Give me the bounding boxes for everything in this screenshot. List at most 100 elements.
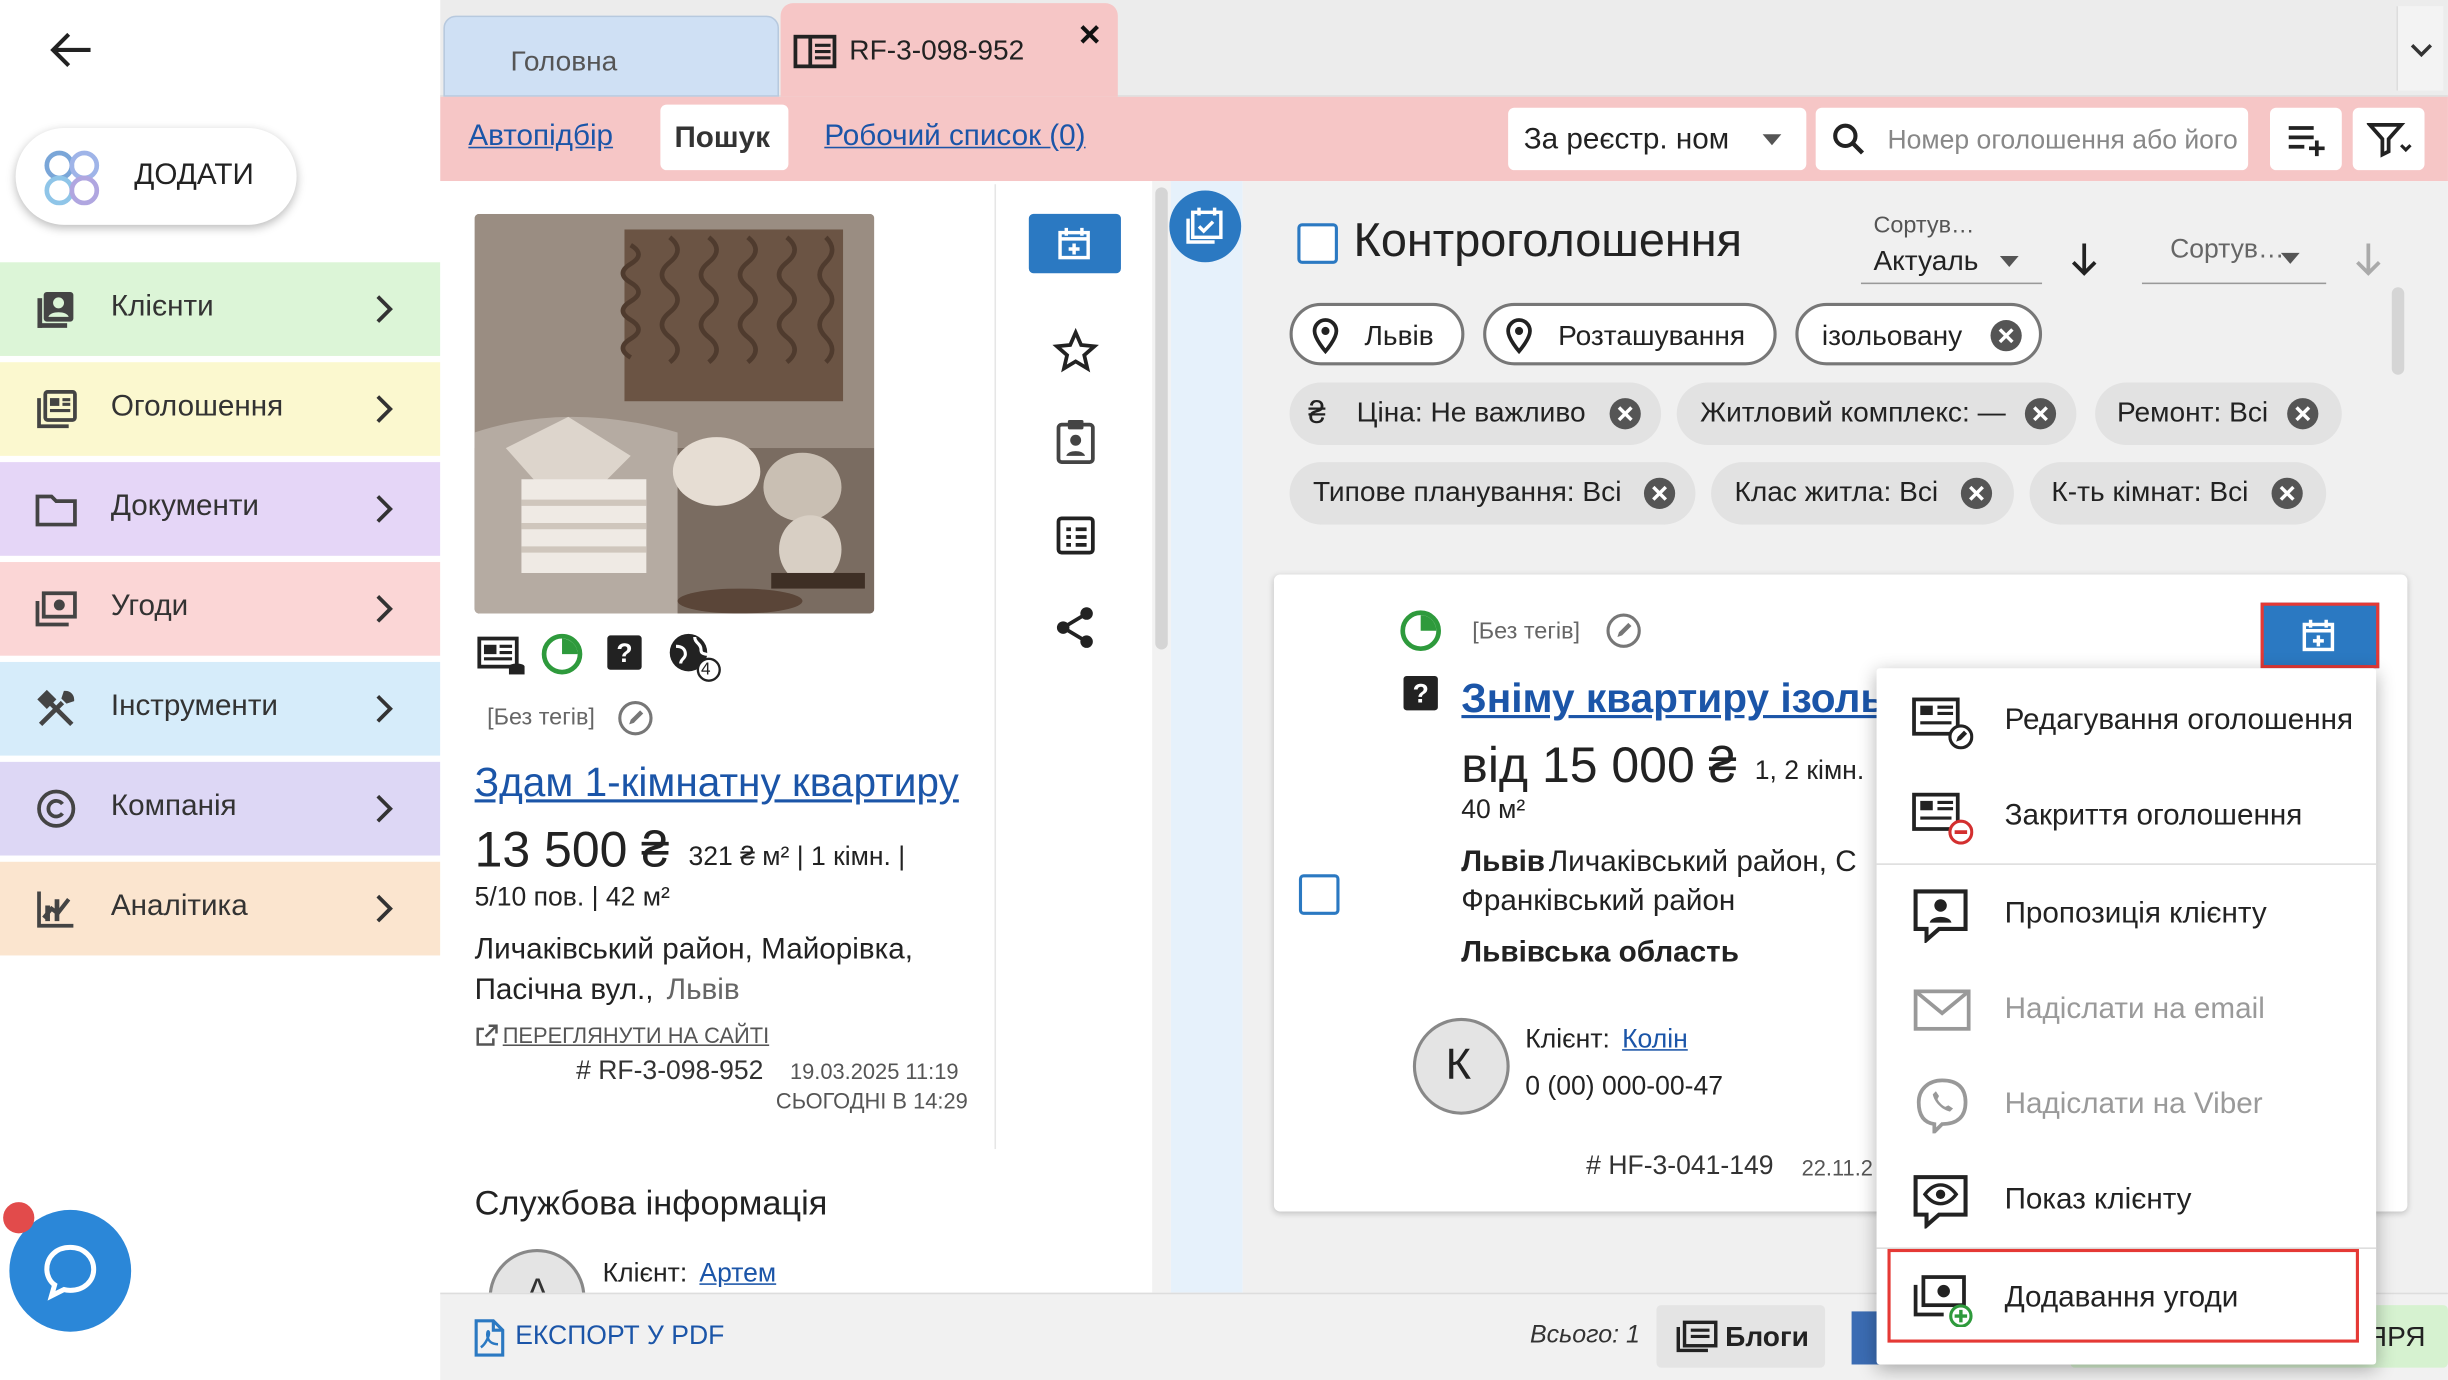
- chip-complex[interactable]: Житловий комплекс: —: [1676, 382, 2077, 445]
- sidebar-item-company[interactable]: Компанія: [0, 761, 441, 856]
- globe-icon[interactable]: [667, 631, 723, 684]
- add-list-icon: [2288, 126, 2325, 157]
- worklist-link[interactable]: Робочий список (0): [824, 120, 1085, 154]
- search-input[interactable]: Номер оголошення або його: [1815, 107, 2249, 171]
- sidebar-item-tools[interactable]: Інструменти: [0, 661, 441, 756]
- remove-chip-icon[interactable]: [1608, 397, 1642, 431]
- remove-chip-icon[interactable]: [1959, 476, 1993, 510]
- tab-search-label: Пошук: [674, 121, 770, 155]
- remove-chip-icon[interactable]: [1989, 318, 2023, 352]
- listing-title[interactable]: Здам 1-кімнатну квартиру: [475, 759, 959, 807]
- tab-listing[interactable]: RF-3-098-952: [780, 3, 1118, 97]
- favorite-star-icon[interactable]: [1052, 327, 1099, 375]
- svg-text:?: ?: [1413, 679, 1429, 709]
- chevron-down-icon: [2410, 44, 2433, 58]
- clipboard-user-icon[interactable]: [1054, 418, 1098, 465]
- chip-isolated[interactable]: ізольовану: [1795, 302, 2043, 366]
- timeline-strip: [1170, 181, 1243, 1293]
- menu-send-viber[interactable]: Надіслати на Viber: [1877, 1055, 2377, 1150]
- card-city: Львів: [1461, 846, 1546, 879]
- remove-chip-icon[interactable]: [1642, 476, 1676, 510]
- card-add-event-button[interactable]: [2260, 602, 2380, 669]
- chip-rooms[interactable]: К-ть кімнат: Всі: [2029, 462, 2327, 525]
- tabs-dropdown[interactable]: [2396, 6, 2444, 91]
- search-type-value: За реєстр. ном: [1523, 123, 1730, 157]
- sidebar-item-label: Документи: [110, 490, 260, 524]
- edit-tags-icon[interactable]: [617, 699, 654, 736]
- sort-direction-icon[interactable]: [2069, 240, 2100, 277]
- listing-scroll-thumb[interactable]: [1155, 187, 1168, 650]
- chips-scroll-thumb[interactable]: [2391, 287, 2405, 375]
- client-link[interactable]: Артем: [699, 1258, 776, 1289]
- card-id: # HF-3-041-149: [1586, 1150, 1774, 1181]
- card-client-link[interactable]: Колін: [1622, 1024, 1688, 1055]
- back-arrow-icon[interactable]: [47, 28, 94, 72]
- menu-item-label: Додавання угоди: [2004, 1281, 2239, 1315]
- menu-close-listing[interactable]: Закриття оголошення: [1877, 767, 2377, 862]
- pdf-icon: [474, 1319, 505, 1357]
- tab-home[interactable]: Головна: [443, 15, 780, 97]
- copyright-icon: [37, 789, 76, 828]
- menu-edit-listing[interactable]: Редагування оголошення: [1877, 671, 2377, 766]
- sort-field-label: Сортув…: [1873, 212, 1975, 239]
- table-icon[interactable]: [1055, 515, 1096, 556]
- chevron-right-icon: [376, 395, 393, 423]
- sidebar-item-analytics[interactable]: Аналітика: [0, 861, 441, 956]
- select-all-checkbox[interactable]: [1297, 223, 1338, 264]
- sidebar-item-documents[interactable]: Документи: [0, 462, 441, 556]
- calendar-check-icon: [1186, 207, 1223, 244]
- filter-button[interactable]: [2352, 107, 2425, 171]
- search-type-select[interactable]: За реєстр. ном: [1508, 107, 1807, 171]
- sidebar-item-clients[interactable]: Клієнти: [0, 262, 441, 356]
- menu-add-deal[interactable]: Додавання угоди: [1877, 1248, 2377, 1343]
- edit-tags-icon[interactable]: [1605, 612, 1642, 649]
- blogs-label: Блоги: [1725, 1320, 1809, 1352]
- sidebar-item-listings[interactable]: Оголошення: [0, 362, 441, 456]
- autoselect-link[interactable]: Автопідбір: [468, 120, 613, 154]
- chip-location[interactable]: Розташування: [1483, 302, 1777, 366]
- sort-field-2-label: Сортув…: [2170, 234, 2285, 264]
- menu-send-email[interactable]: Надіслати на email: [1877, 960, 2377, 1055]
- listing-photo[interactable]: [474, 213, 875, 614]
- menu-offer-client[interactable]: Пропозиція клієнту: [1877, 865, 2377, 960]
- card-checkbox[interactable]: [1298, 874, 1340, 915]
- remove-chip-icon[interactable]: [2023, 397, 2057, 431]
- chip-renovation[interactable]: Ремонт: Всі: [2095, 382, 2342, 445]
- menu-show-client[interactable]: Показ клієнту: [1877, 1151, 2377, 1246]
- listing-details-line2: 5/10 пов. | 42 м²: [474, 882, 670, 912]
- sidebar-item-label: Угоди: [110, 590, 189, 623]
- chip-class[interactable]: Клас житла: Всі: [1711, 462, 2014, 525]
- chevron-right-icon: [376, 295, 393, 323]
- chip-price[interactable]: ₴ Ціна: Не важливо: [1289, 382, 1662, 445]
- share-icon[interactable]: [1054, 606, 1098, 650]
- blogs-button[interactable]: Блоги: [1656, 1305, 1826, 1368]
- chip-city[interactable]: Львів: [1289, 302, 1465, 366]
- calendar-check-button[interactable]: [1169, 190, 1242, 263]
- view-on-site-link[interactable]: ПЕРЕГЛЯНУТИ НА САЙТІ: [503, 1023, 769, 1048]
- remove-chip-icon[interactable]: [2270, 476, 2304, 510]
- sort-direction-2-icon[interactable]: [2353, 240, 2384, 277]
- sort-field-select[interactable]: Сортув… Актуаль: [1860, 206, 2043, 285]
- sidebar-item-label: Клієнти: [110, 290, 214, 324]
- card-actions-menu: Редагування оголошення Закриття оголошен…: [1876, 668, 2377, 1365]
- email-icon: [1913, 989, 1971, 1031]
- add-button[interactable]: ДОДАТИ: [15, 128, 297, 225]
- card-title[interactable]: Зніму квартиру ізольо: [1461, 674, 1879, 722]
- chip-layout[interactable]: Типове планування: Всі: [1289, 462, 1696, 525]
- listing-details-line1: 321 ₴ м² | 1 кімн. |: [688, 841, 906, 872]
- sidebar-item-label: Оголошення: [110, 390, 284, 424]
- calendar-plus-icon: [2302, 619, 2335, 652]
- listing-date-updated: СЬОГОДНІ В 14:29: [775, 1088, 968, 1114]
- sidebar: ДОДАТИ Клієнти Оголошення Документи Угод…: [0, 0, 441, 1380]
- location-pin-icon: [1312, 318, 1339, 355]
- add-filter-button[interactable]: [2269, 107, 2342, 171]
- sort-field-2-select[interactable]: Сортув…: [2141, 215, 2327, 285]
- add-event-button[interactable]: [1028, 213, 1121, 274]
- tab-search[interactable]: Пошук: [660, 104, 789, 171]
- sidebar-item-deals[interactable]: Угоди: [0, 562, 441, 656]
- export-pdf-button[interactable]: ЕКСПОРТ У PDF: [468, 1315, 733, 1362]
- close-tab-icon[interactable]: [1077, 22, 1102, 47]
- chevron-right-icon: [376, 894, 393, 923]
- chip-label: К-ть кімнат: Всі: [2051, 476, 2249, 508]
- remove-chip-icon[interactable]: [2286, 397, 2320, 431]
